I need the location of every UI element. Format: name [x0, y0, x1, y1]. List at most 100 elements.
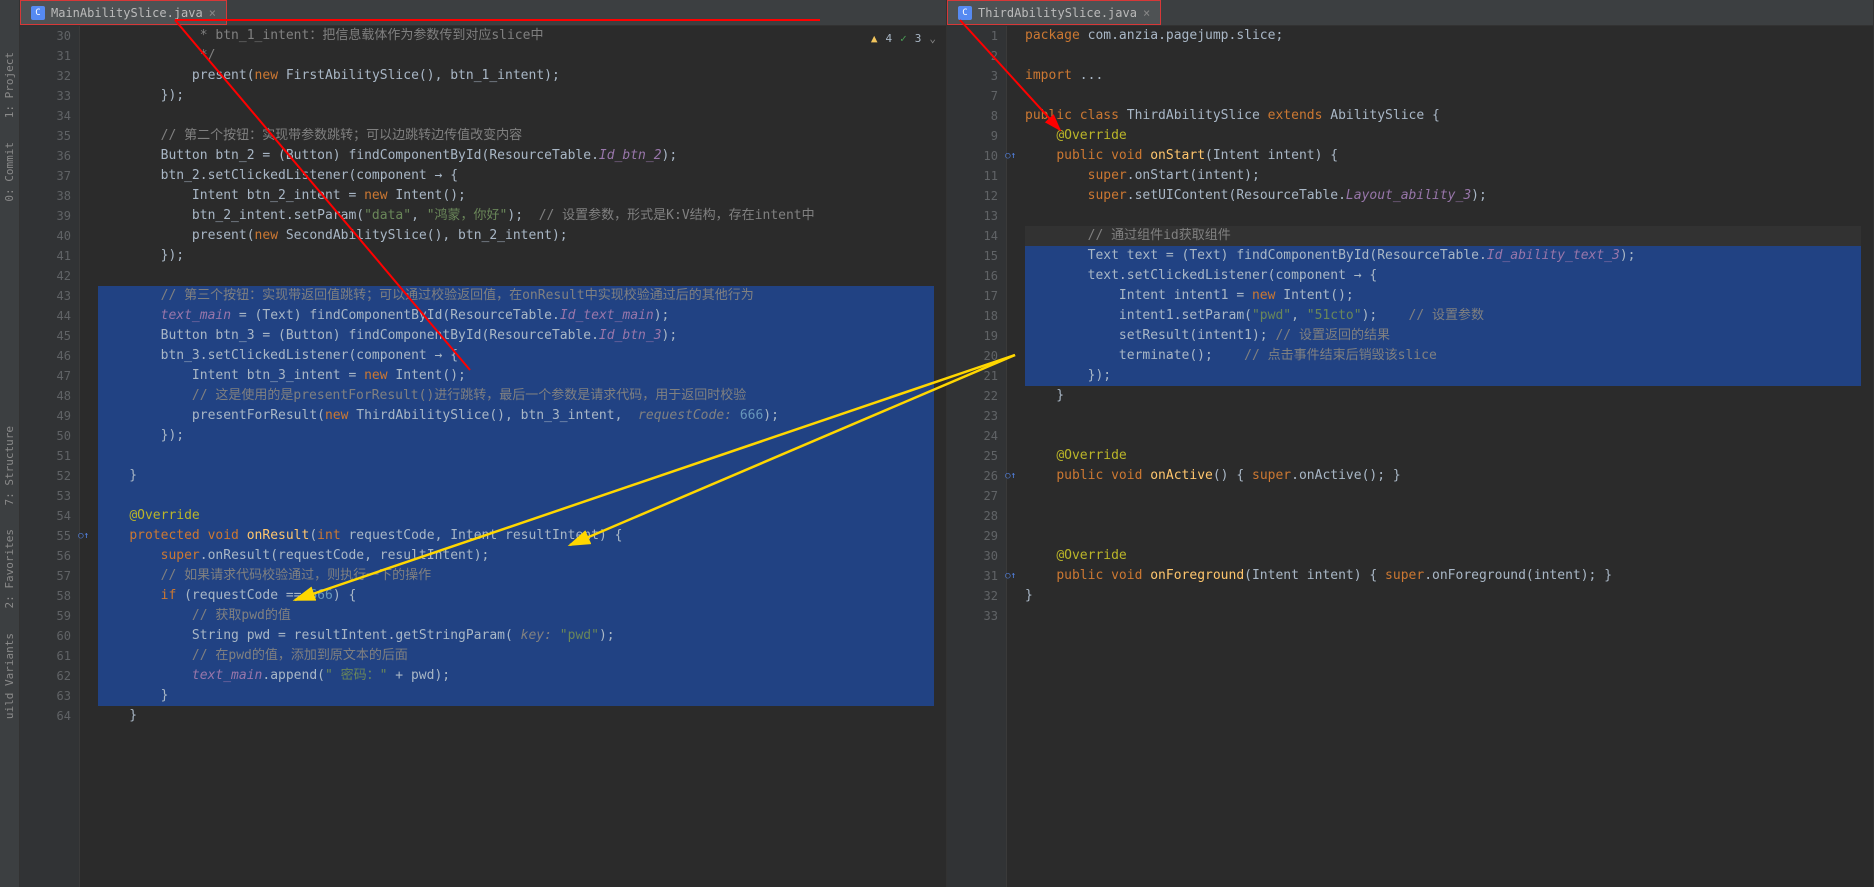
right-code-area[interactable]: package com.anzia.pagejump.slice;import … [1007, 26, 1873, 887]
gutter-line-number[interactable]: 31 [947, 566, 998, 586]
code-line[interactable] [1025, 206, 1873, 226]
code-line[interactable] [1025, 606, 1873, 626]
gutter-line-number[interactable]: 28 [947, 506, 998, 526]
gutter-line-number[interactable]: 31 [20, 46, 71, 66]
gutter-line-number[interactable]: 21 [947, 366, 998, 386]
gutter-line-number[interactable]: 63 [20, 686, 71, 706]
close-icon[interactable]: × [209, 6, 216, 20]
gutter-line-number[interactable]: 10 [947, 146, 998, 166]
gutter-line-number[interactable]: 42 [20, 266, 71, 286]
code-line[interactable] [98, 106, 946, 126]
gutter-line-number[interactable]: 8 [947, 106, 998, 126]
code-line[interactable]: @Override [98, 506, 946, 526]
gutter-line-number[interactable]: 30 [947, 546, 998, 566]
right-marker-strip[interactable] [1861, 26, 1873, 887]
code-line[interactable]: } [1025, 586, 1873, 606]
gutter-line-number[interactable]: 30 [20, 26, 71, 46]
gutter-line-number[interactable]: 36 [20, 146, 71, 166]
code-line[interactable]: public void onStart(Intent intent) { [1025, 146, 1873, 166]
code-line[interactable] [1025, 46, 1873, 66]
gutter-line-number[interactable]: 41 [20, 246, 71, 266]
toolbar-favorites[interactable]: 2: Favorites [3, 517, 16, 620]
code-line[interactable]: Intent btn_3_intent = new Intent(); [98, 366, 946, 386]
gutter-line-number[interactable]: 33 [947, 606, 998, 626]
right-gutter[interactable]: 1237891011121314151617181920212223242526… [947, 26, 1007, 887]
code-line[interactable]: } [1025, 386, 1873, 406]
code-line[interactable] [1025, 506, 1873, 526]
code-line[interactable]: public void onForeground(Intent intent) … [1025, 566, 1873, 586]
code-line[interactable]: package com.anzia.pagejump.slice; [1025, 26, 1873, 46]
gutter-line-number[interactable]: 13 [947, 206, 998, 226]
code-line[interactable] [98, 266, 946, 286]
code-line[interactable]: }); [98, 246, 946, 266]
gutter-line-number[interactable]: 60 [20, 626, 71, 646]
code-line[interactable]: String pwd = resultIntent.getStringParam… [98, 626, 946, 646]
gutter-line-number[interactable]: 11 [947, 166, 998, 186]
gutter-line-number[interactable]: 32 [947, 586, 998, 606]
code-line[interactable]: present(new SecondAbilitySlice(), btn_2_… [98, 226, 946, 246]
code-line[interactable]: text.setClickedListener(component → { [1025, 266, 1873, 286]
code-line[interactable]: terminate(); // 点击事件结束后销毁该slice [1025, 346, 1873, 366]
gutter-line-number[interactable]: 16 [947, 266, 998, 286]
gutter-line-number[interactable]: 56 [20, 546, 71, 566]
gutter-line-number[interactable]: 59 [20, 606, 71, 626]
gutter-line-number[interactable]: 29 [947, 526, 998, 546]
code-line[interactable]: text_main = (Text) findComponentById(Res… [98, 306, 946, 326]
left-code-area[interactable]: * btn_1_intent：把信息载体作为参数传到对应slice中 */ pr… [80, 26, 946, 887]
code-line[interactable]: Intent btn_2_intent = new Intent(); [98, 186, 946, 206]
toolbar-structure[interactable]: 7: Structure [3, 414, 16, 517]
gutter-line-number[interactable]: 58 [20, 586, 71, 606]
gutter-line-number[interactable]: 62 [20, 666, 71, 686]
code-line[interactable]: setResult(intent1); // 设置返回的结果 [1025, 326, 1873, 346]
gutter-line-number[interactable]: 37 [20, 166, 71, 186]
code-line[interactable]: }); [1025, 366, 1873, 386]
toolbar-build-variants[interactable]: uild Variants [3, 621, 16, 731]
code-line[interactable]: Button btn_2 = (Button) findComponentByI… [98, 146, 946, 166]
chevron-down-icon[interactable]: ⌄ [929, 32, 936, 45]
gutter-line-number[interactable]: 49 [20, 406, 71, 426]
gutter-line-number[interactable]: 35 [20, 126, 71, 146]
code-line[interactable]: super.setUIContent(ResourceTable.Layout_… [1025, 186, 1873, 206]
gutter-line-number[interactable]: 40 [20, 226, 71, 246]
gutter-line-number[interactable]: 26 [947, 466, 998, 486]
code-line[interactable]: protected void onResult(int requestCode,… [98, 526, 946, 546]
gutter-line-number[interactable]: 24 [947, 426, 998, 446]
code-line[interactable]: super.onStart(intent); [1025, 166, 1873, 186]
tab-third-ability-slice[interactable]: C ThirdAbilitySlice.java × [947, 0, 1161, 25]
code-line[interactable]: // 通过组件id获取组件 [1025, 226, 1873, 246]
gutter-line-number[interactable]: 9 [947, 126, 998, 146]
code-line[interactable]: */ [98, 46, 946, 66]
gutter-line-number[interactable]: 61 [20, 646, 71, 666]
code-line[interactable] [1025, 86, 1873, 106]
code-line[interactable]: } [98, 686, 946, 706]
code-line[interactable]: Text text = (Text) findComponentById(Res… [1025, 246, 1873, 266]
gutter-line-number[interactable]: 2 [947, 46, 998, 66]
gutter-line-number[interactable]: 55 [20, 526, 71, 546]
code-line[interactable]: public void onActive() { super.onActive(… [1025, 466, 1873, 486]
code-line[interactable]: Button btn_3 = (Button) findComponentByI… [98, 326, 946, 346]
code-line[interactable]: btn_2_intent.setParam("data", "鸿蒙，你好"); … [98, 206, 946, 226]
gutter-line-number[interactable]: 3 [947, 66, 998, 86]
gutter-line-number[interactable]: 20 [947, 346, 998, 366]
gutter-line-number[interactable]: 32 [20, 66, 71, 86]
gutter-line-number[interactable]: 12 [947, 186, 998, 206]
code-line[interactable] [1025, 426, 1873, 446]
code-line[interactable]: // 这是使用的是presentForResult()进行跳转，最后一个参数是请… [98, 386, 946, 406]
gutter-line-number[interactable]: 27 [947, 486, 998, 506]
gutter-line-number[interactable]: 46 [20, 346, 71, 366]
code-line[interactable] [98, 446, 946, 466]
close-icon[interactable]: × [1143, 6, 1150, 20]
gutter-line-number[interactable]: 45 [20, 326, 71, 346]
gutter-line-number[interactable]: 52 [20, 466, 71, 486]
gutter-line-number[interactable]: 18 [947, 306, 998, 326]
code-line[interactable]: Intent intent1 = new Intent(); [1025, 286, 1873, 306]
gutter-line-number[interactable]: 22 [947, 386, 998, 406]
code-line[interactable]: // 在pwd的值，添加到原文本的后面 [98, 646, 946, 666]
code-line[interactable] [98, 486, 946, 506]
gutter-line-number[interactable]: 54 [20, 506, 71, 526]
gutter-line-number[interactable]: 19 [947, 326, 998, 346]
inspection-widget[interactable]: ▲ 4 ✓ 3 ⌄ [871, 32, 936, 45]
gutter-line-number[interactable]: 17 [947, 286, 998, 306]
code-line[interactable]: super.onResult(requestCode, resultIntent… [98, 546, 946, 566]
gutter-line-number[interactable]: 14 [947, 226, 998, 246]
